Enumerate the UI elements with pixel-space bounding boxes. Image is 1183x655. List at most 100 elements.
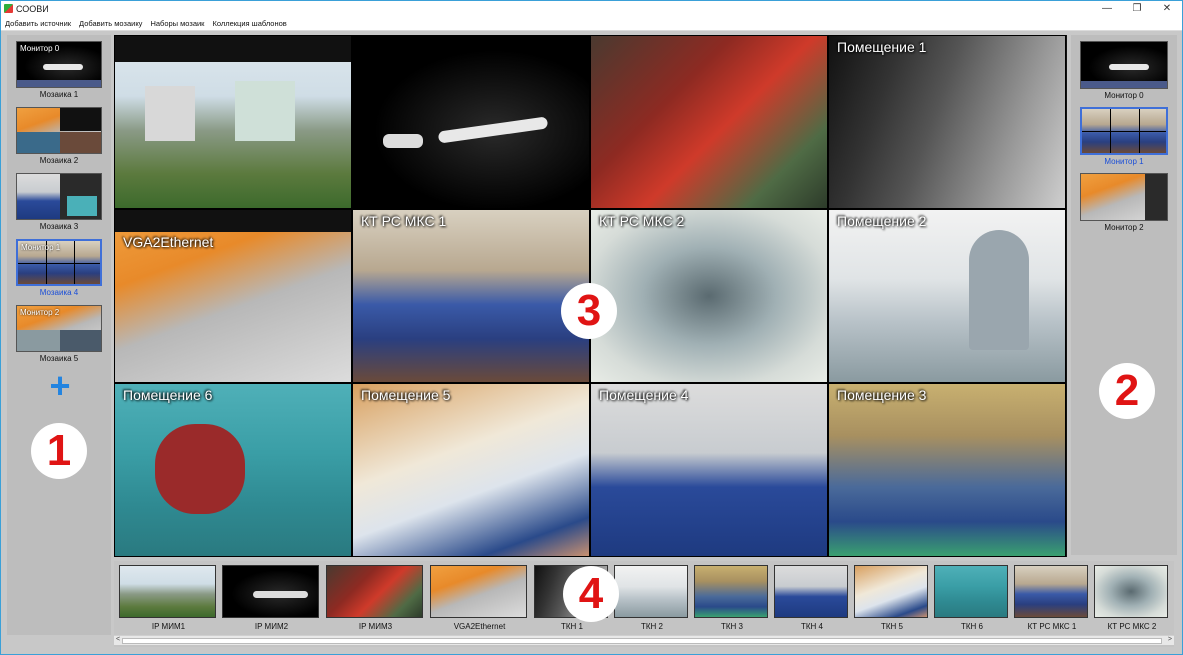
source-label: КТ РС МКС 1: [1027, 622, 1077, 631]
mosaic-label: Мозаика 1: [39, 90, 79, 99]
tile-label: Помещение 4: [599, 387, 689, 403]
monitor-thumbnail[interactable]: [1080, 41, 1168, 89]
menu-template-collection[interactable]: Коллекция шаблонов: [208, 19, 290, 28]
video-tile[interactable]: Помещение 3: [828, 383, 1066, 557]
menu-bar: Добавить источник Добавить мозаику Набор…: [1, 16, 1182, 31]
minimize-button[interactable]: —: [1092, 1, 1122, 16]
window-title: СООВИ: [16, 3, 49, 14]
monitor-item-1[interactable]: Монитор 1: [1080, 107, 1168, 166]
tile-label: Помещение 6: [123, 387, 213, 403]
source-thumbnail[interactable]: [614, 565, 688, 618]
source-thumbnail[interactable]: [1014, 565, 1088, 618]
scrollbar-thumb[interactable]: [122, 638, 1162, 644]
source-thumbnail[interactable]: [430, 565, 527, 618]
mosaic-monitor-label: Монитор 1: [21, 243, 61, 252]
menu-add-mosaic[interactable]: Добавить мозаику: [75, 19, 146, 28]
app-icon: [4, 4, 13, 13]
source-label: ТКН 1: [561, 622, 583, 631]
mosaic-thumbnail[interactable]: Монитор 1: [16, 239, 102, 286]
monitor-thumbnail[interactable]: [1080, 107, 1168, 155]
source-thumbnail[interactable]: [774, 565, 848, 618]
tile-label: Помещение 3: [837, 387, 927, 403]
tile-label: Помещение 5: [361, 387, 451, 403]
source-item[interactable]: КТ РС МКС 1: [1014, 565, 1090, 631]
video-tile[interactable]: Помещение 4: [590, 383, 828, 557]
mosaic-thumbnail[interactable]: [16, 173, 102, 220]
mosaic-label: Мозаика 5: [39, 354, 79, 363]
callout-3: 3: [561, 283, 617, 339]
mosaic-thumbnail[interactable]: [16, 107, 102, 154]
tile-label: КТ РС МКС 2: [599, 213, 685, 229]
source-label: ТКН 5: [881, 622, 903, 631]
source-item[interactable]: КТ РС МКС 2: [1094, 565, 1170, 631]
add-mosaic-button[interactable]: +: [45, 368, 75, 404]
app-window: СООВИ — ❐ ✕ Добавить источник Добавить м…: [0, 0, 1183, 655]
source-item[interactable]: ТКН 5: [854, 565, 930, 631]
source-item[interactable]: ТКН 2: [614, 565, 690, 631]
restore-button[interactable]: ❐: [1122, 1, 1152, 16]
video-tile[interactable]: Помещение 5: [352, 383, 590, 557]
tile-label: Помещение 1: [837, 39, 927, 55]
source-item[interactable]: ТКН 6: [934, 565, 1010, 631]
mosaic-item-4[interactable]: Монитор 1 Мозаика 4: [16, 239, 102, 297]
mosaic-label: Мозаика 3: [39, 222, 79, 231]
source-label: ТКН 4: [801, 622, 823, 631]
tile-label: Помещение 2: [837, 213, 927, 229]
source-item[interactable]: ТКН 4: [774, 565, 850, 631]
source-strip: IP МИМ1 IP МИМ2 IP МИМ3 VGA2Ethernet ТКН…: [114, 561, 1174, 647]
video-tile[interactable]: VGA2Ethernet: [114, 209, 352, 383]
source-label: ТКН 6: [961, 622, 983, 631]
monitor-item-0[interactable]: Монитор 0: [1080, 41, 1168, 100]
source-thumbnail[interactable]: [1094, 565, 1168, 618]
menu-add-source[interactable]: Добавить источник: [1, 19, 75, 28]
mosaic-item-3[interactable]: Мозаика 3: [16, 173, 102, 231]
source-item[interactable]: IP МИМ2: [222, 565, 321, 631]
monitor-thumbnail[interactable]: [1080, 173, 1168, 221]
video-tile[interactable]: [114, 35, 352, 209]
mosaic-monitor-label: Монитор 0: [20, 44, 60, 53]
source-label: IP МИМ1: [151, 622, 186, 631]
source-item[interactable]: ТКН 3: [694, 565, 770, 631]
mosaic-item-5[interactable]: Монитор 2 Мозаика 5: [16, 305, 102, 363]
monitor-panel: Монитор 0 Монитор 1 Монитор 2: [1071, 35, 1177, 555]
tile-label: VGA2Ethernet: [123, 234, 214, 250]
source-item[interactable]: IP МИМ3: [326, 565, 425, 631]
source-label: IP МИМ3: [358, 622, 393, 631]
video-tile[interactable]: КТ РС МКС 2: [590, 209, 828, 383]
close-button[interactable]: ✕: [1152, 1, 1182, 16]
monitor-label: Монитор 2: [1104, 223, 1144, 232]
monitor-label: Монитор 0: [1104, 91, 1144, 100]
video-tile[interactable]: КТ РС МКС 1: [352, 209, 590, 383]
source-thumbnail[interactable]: [119, 565, 216, 618]
callout-2: 2: [1099, 363, 1155, 419]
source-label: ТКН 3: [721, 622, 743, 631]
mosaic-monitor-label: Монитор 2: [20, 308, 60, 317]
mosaic-thumbnail[interactable]: Монитор 2: [16, 305, 102, 352]
scroll-left-arrow[interactable]: <: [116, 636, 120, 643]
callout-1: 1: [31, 423, 87, 479]
mosaic-thumbnail[interactable]: Монитор 0: [16, 41, 102, 88]
mosaic-item-1[interactable]: Монитор 0 Мозаика 1: [16, 41, 102, 99]
mosaic-panel: Монитор 0 Мозаика 1 Мозаика 2 Мозаика 3: [7, 35, 111, 635]
scroll-right-arrow[interactable]: >: [1168, 636, 1172, 643]
source-thumbnail[interactable]: [934, 565, 1008, 618]
source-item[interactable]: VGA2Ethernet: [430, 565, 529, 631]
source-label: ТКН 2: [641, 622, 663, 631]
monitor-item-2[interactable]: Монитор 2: [1080, 173, 1168, 232]
source-thumbnail[interactable]: [222, 565, 319, 618]
video-tile[interactable]: [352, 35, 590, 209]
horizontal-scrollbar[interactable]: < >: [114, 635, 1174, 645]
video-tile[interactable]: Помещение 6: [114, 383, 352, 557]
video-tile[interactable]: Помещение 2: [828, 209, 1066, 383]
source-label: IP МИМ2: [254, 622, 289, 631]
source-item[interactable]: IP МИМ1: [119, 565, 218, 631]
source-thumbnail[interactable]: [854, 565, 928, 618]
mosaic-item-2[interactable]: Мозаика 2: [16, 107, 102, 165]
video-tile[interactable]: [590, 35, 828, 209]
source-label: КТ РС МКС 2: [1107, 622, 1157, 631]
menu-mosaic-sets[interactable]: Наборы мозаик: [146, 19, 208, 28]
source-label: VGA2Ethernet: [453, 622, 506, 631]
source-thumbnail[interactable]: [694, 565, 768, 618]
source-thumbnail[interactable]: [326, 565, 423, 618]
video-tile[interactable]: Помещение 1: [828, 35, 1066, 209]
